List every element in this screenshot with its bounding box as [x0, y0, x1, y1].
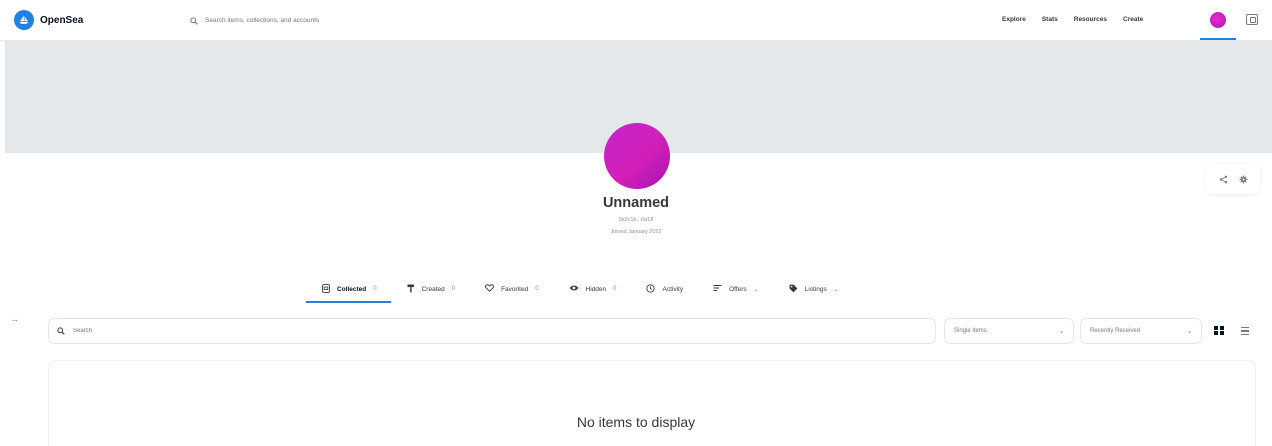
collected-icon — [322, 283, 330, 295]
nav-link-create[interactable]: Create — [1123, 16, 1143, 23]
tab-count: 0 — [451, 286, 456, 292]
tab-created[interactable]: Created 0 — [391, 276, 469, 302]
tab-listings[interactable]: Listings ⌄ — [773, 276, 853, 302]
tab-favorited[interactable]: Favorited 0 — [469, 276, 552, 302]
tab-activity[interactable]: Activity — [630, 276, 697, 302]
tab-label: Collected — [337, 285, 367, 293]
profile-avatar — [604, 123, 670, 189]
tab-count: 0 — [613, 286, 617, 292]
logo-text: OpenSea — [40, 14, 84, 26]
items-search[interactable] — [48, 318, 936, 344]
select-value: Single items — [954, 328, 987, 334]
paintbrush-icon — [407, 284, 415, 295]
search-icon — [57, 322, 65, 340]
grid-view-icon[interactable] — [1214, 326, 1224, 335]
tab-label: Hidden — [585, 285, 607, 293]
offers-icon — [713, 284, 722, 294]
list-view-icon[interactable] — [1241, 327, 1249, 335]
chevron-down-icon: ⌄ — [1186, 328, 1192, 335]
top-navbar: OpenSea Explore Stats Resources Create — [0, 0, 1272, 41]
tab-label: Listings — [804, 285, 827, 293]
opensea-logo[interactable]: OpenSea — [14, 10, 83, 30]
chevron-down-icon: ⌄ — [753, 286, 759, 293]
wallet-address[interactable]: 0x2c1b...6a18 — [536, 217, 736, 223]
empty-state-text: No items to display — [576, 414, 696, 430]
joined-date: Joined January 2022 — [610, 229, 662, 235]
global-search[interactable] — [190, 12, 570, 29]
share-icon[interactable] — [1218, 174, 1228, 184]
profile-actions — [1206, 164, 1260, 194]
chevron-down-icon: ⌄ — [1058, 328, 1064, 335]
items-search-input[interactable] — [73, 328, 873, 334]
nav-links: Explore Stats Resources Create — [1002, 16, 1159, 23]
profile-avatar-button[interactable] — [1210, 12, 1226, 28]
tab-count: 0 — [535, 286, 539, 292]
tab-label: Favorited — [501, 285, 529, 293]
search-icon — [190, 12, 198, 30]
items-type-select[interactable]: Single items ⌄ — [944, 318, 1074, 344]
tag-icon — [789, 284, 798, 295]
tab-hidden[interactable]: Hidden 0 — [553, 276, 631, 302]
activity-icon — [646, 283, 656, 295]
tab-collected[interactable]: Collected 0 — [306, 276, 391, 303]
eye-slash-icon — [569, 284, 579, 294]
tab-label: Offers — [729, 285, 747, 293]
tab-count: 0 — [373, 286, 377, 292]
opensea-sailboat-icon — [14, 10, 34, 30]
items-panel — [48, 360, 1256, 446]
gear-icon[interactable] — [1238, 174, 1248, 184]
nav-link-resources[interactable]: Resources — [1074, 16, 1107, 23]
heart-icon — [485, 284, 495, 294]
expand-filters-arrow-icon[interactable]: → — [10, 314, 19, 324]
wallet-icon[interactable] — [1246, 14, 1258, 25]
profile-tabs: Collected 0 Created 0 Favorited 0 Hidden… — [306, 276, 853, 303]
tab-label: Activity — [662, 285, 684, 293]
tab-label: Created — [421, 285, 445, 293]
select-value: Recently Received — [1090, 328, 1141, 334]
sort-select[interactable]: Recently Received ⌄ — [1080, 318, 1202, 344]
nav-link-stats[interactable]: Stats — [1042, 16, 1058, 23]
nav-link-explore[interactable]: Explore — [1002, 16, 1026, 23]
chevron-down-icon: ⌄ — [833, 286, 839, 293]
tab-offers[interactable]: Offers ⌄ — [697, 276, 773, 302]
profile-name: Unnamed — [602, 195, 670, 211]
global-search-input[interactable] — [205, 17, 545, 24]
active-nav-indicator — [1200, 38, 1236, 40]
